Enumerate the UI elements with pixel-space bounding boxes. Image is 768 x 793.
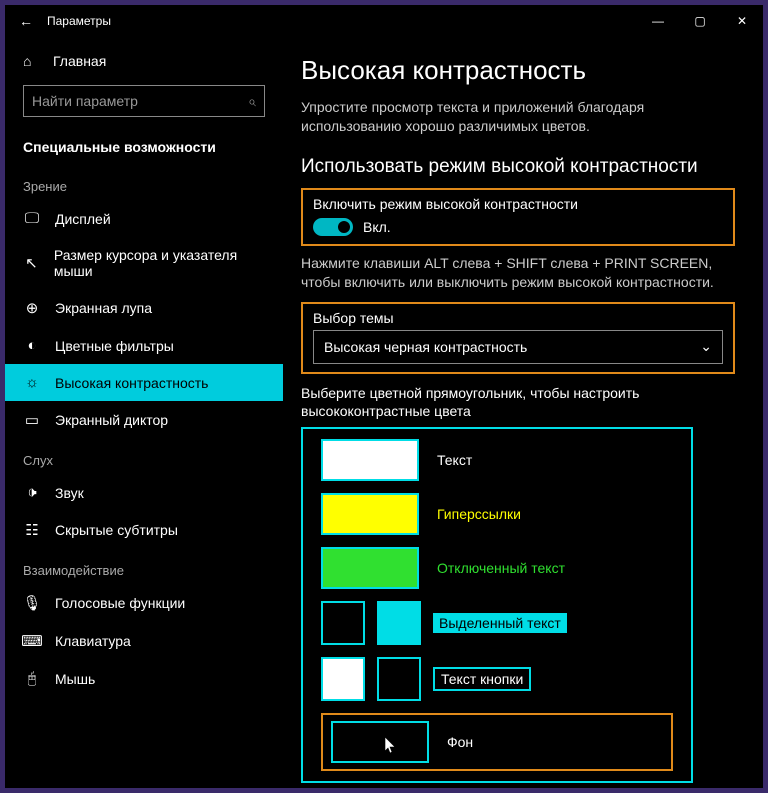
cursor-icon: ↖: [23, 254, 40, 272]
keyboard-icon: ⌨: [23, 632, 41, 650]
sidebar-section-title: Специальные возможности: [5, 131, 283, 165]
sidebar-item-label: Размер курсора и указателя мыши: [54, 247, 265, 279]
highlight-background-region: Фон: [321, 713, 673, 771]
group-label-interaction: Взаимодействие: [5, 549, 283, 584]
back-button[interactable]: ←: [5, 13, 47, 29]
sidebar-item-magnifier[interactable]: ⊕ Экранная лупа: [5, 289, 283, 327]
magnifier-icon: ⊕: [23, 299, 41, 317]
microphone-icon: 🎙: [23, 594, 41, 612]
close-button[interactable]: ✕: [721, 5, 763, 37]
mouse-icon: 🖰: [23, 670, 41, 687]
swatch-label-disabled: Отключенный текст: [431, 558, 571, 578]
group-label-vision: Зрение: [5, 165, 283, 200]
page-title: Высокая контрастность: [301, 55, 735, 86]
sidebar-item-high-contrast[interactable]: ☼ Высокая контрастность: [5, 364, 283, 401]
page-description: Упростите просмотр текста и приложений б…: [301, 98, 735, 136]
sidebar-item-label: Мышь: [55, 671, 95, 687]
high-contrast-toggle[interactable]: [313, 218, 353, 236]
swatch-button-fg[interactable]: [321, 657, 365, 701]
sidebar-item-mouse[interactable]: 🖰 Мышь: [5, 660, 283, 697]
sidebar-item-label: Экранный диктор: [55, 412, 168, 428]
sidebar-item-label: Дисплей: [55, 211, 111, 227]
content-area: Высокая контрастность Упростите просмотр…: [283, 37, 763, 788]
audio-icon: 🕩: [23, 484, 41, 501]
swatch-instruction: Выберите цветной прямоугольник, чтобы на…: [301, 384, 735, 422]
swatch-label-button: Текст кнопки: [433, 667, 531, 691]
swatch-label-text: Текст: [431, 450, 478, 470]
sidebar-item-keyboard[interactable]: ⌨ Клавиатура: [5, 622, 283, 660]
theme-select[interactable]: Высокая черная контрастность ⌄: [313, 330, 723, 364]
color-filter-icon: ◐: [23, 337, 41, 354]
search-placeholder: Найти параметр: [32, 93, 138, 109]
group-label-hearing: Слух: [5, 439, 283, 474]
swatch-label-hyperlink: Гиперссылки: [431, 504, 527, 524]
chevron-down-icon: ⌄: [700, 338, 712, 355]
swatch-hyperlink[interactable]: [321, 493, 419, 535]
sidebar-item-speech[interactable]: 🎙 Голосовые функции: [5, 584, 283, 622]
settings-window: ← Параметры — ▢ ✕ ⌂ Главная Найти параме…: [5, 5, 763, 788]
swatch-row-text: Текст: [321, 439, 673, 481]
highlight-theme-region: Выбор темы Высокая черная контрастность …: [301, 302, 735, 374]
swatch-label-selected: Выделенный текст: [433, 613, 567, 633]
swatch-row-disabled: Отключенный текст: [321, 547, 673, 589]
section-heading: Использовать режим высокой контрастности: [301, 156, 735, 178]
sidebar: ⌂ Главная Найти параметр ⌕ Специальные в…: [5, 37, 283, 788]
contrast-icon: ☼: [23, 374, 41, 391]
theme-label: Выбор темы: [313, 310, 723, 326]
toggle-knob: [338, 221, 350, 233]
theme-value: Высокая черная контрастность: [324, 339, 527, 355]
sidebar-item-captions[interactable]: ☷ Скрытые субтитры: [5, 511, 283, 549]
home-label: Главная: [53, 53, 106, 69]
sidebar-item-label: Экранная лупа: [55, 300, 152, 316]
sidebar-item-label: Звук: [55, 485, 84, 501]
sidebar-item-label: Высокая контрастность: [55, 375, 208, 391]
sidebar-item-color-filters[interactable]: ◐ Цветные фильтры: [5, 327, 283, 364]
swatch-disabled[interactable]: [321, 547, 419, 589]
search-input[interactable]: Найти параметр ⌕: [23, 85, 265, 117]
monitor-icon: 🖵: [23, 210, 41, 227]
swatch-background[interactable]: [331, 721, 429, 763]
swatch-selected-bg[interactable]: [377, 601, 421, 645]
sidebar-item-label: Скрытые субтитры: [55, 522, 178, 538]
highlight-toggle-region: Включить режим высокой контрастности Вкл…: [301, 188, 735, 246]
swatch-label-background: Фон: [441, 732, 479, 752]
swatch-row-selected: Выделенный текст: [321, 601, 673, 645]
sidebar-item-cursor-size[interactable]: ↖ Размер курсора и указателя мыши: [5, 237, 283, 289]
sidebar-item-audio[interactable]: 🕩 Звук: [5, 474, 283, 511]
sidebar-item-display[interactable]: 🖵 Дисплей: [5, 200, 283, 237]
swatch-row-background: Фон: [331, 721, 663, 763]
sidebar-item-narrator[interactable]: ▭ Экранный диктор: [5, 401, 283, 439]
sidebar-item-label: Цветные фильтры: [55, 338, 174, 354]
minimize-button[interactable]: —: [637, 5, 679, 37]
swatch-text[interactable]: [321, 439, 419, 481]
home-link[interactable]: ⌂ Главная: [5, 45, 283, 77]
swatch-area: Текст Гиперссылки Отключенный текст Выде…: [301, 427, 693, 783]
captions-icon: ☷: [23, 521, 41, 539]
search-icon: ⌕: [248, 93, 256, 110]
maximize-button[interactable]: ▢: [679, 5, 721, 37]
swatch-button-bg[interactable]: [377, 657, 421, 701]
toggle-state: Вкл.: [363, 219, 391, 235]
swatch-row-hyperlink: Гиперссылки: [321, 493, 673, 535]
titlebar: ← Параметры — ▢ ✕: [5, 5, 763, 37]
cursor-pointer-icon: [385, 737, 397, 755]
sidebar-item-label: Голосовые функции: [55, 595, 185, 611]
sidebar-item-label: Клавиатура: [55, 633, 131, 649]
swatch-row-button: Текст кнопки: [321, 657, 673, 701]
shortcut-hint: Нажмите клавиши ALT слева + SHIFT слева …: [301, 254, 735, 292]
swatch-selected-fg[interactable]: [321, 601, 365, 645]
narrator-icon: ▭: [23, 411, 41, 429]
window-title: Параметры: [47, 14, 637, 28]
toggle-label: Включить режим высокой контрастности: [313, 196, 723, 212]
home-icon: ⌂: [23, 53, 39, 69]
